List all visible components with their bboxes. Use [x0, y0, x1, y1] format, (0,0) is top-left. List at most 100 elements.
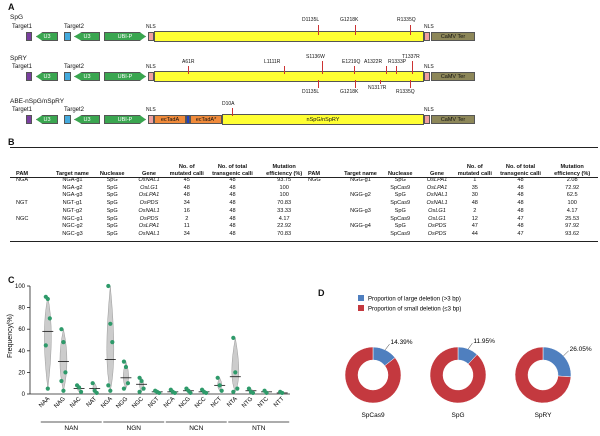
table-cell: OsPDS	[139, 200, 159, 207]
nls-right-label: NLS	[424, 64, 434, 70]
construct-spg: SpG Target1 Target2 U3 U3 UBI-P NLS NLS …	[0, 14, 600, 48]
construct-name: SpRY	[10, 55, 27, 62]
target1-label: Target1	[12, 107, 33, 113]
table-row: NGC-g2 SpG OsLPA1 11 48 22.92	[14, 223, 310, 231]
mutation-tick	[355, 80, 356, 88]
d10a-label: D10A	[222, 101, 235, 107]
table-cell	[306, 223, 340, 231]
mutation-tick	[410, 25, 411, 35]
table-cell	[340, 216, 382, 224]
table-cell: 48	[229, 230, 236, 237]
construct-name: SpG	[10, 14, 24, 21]
x-tick-label: NGA	[100, 396, 113, 409]
mutation-label: A1322R	[364, 59, 383, 65]
table-row: NGC-g3 SpG OsNAL1 34 48 70.83	[14, 231, 310, 239]
table-row: NGT-g2 SpG OsNAL1 16 48 33.33	[14, 208, 310, 216]
col-mutated: No. of mutated calli	[457, 164, 492, 177]
nls-right-label: NLS	[424, 24, 434, 30]
donut-pct-label: 14.39%	[391, 339, 413, 346]
group-label: NTN	[252, 425, 266, 432]
table-cell: 25.53	[565, 215, 580, 222]
ubi-promoter: UBI-P	[104, 115, 146, 124]
x-tick-label: NTC	[257, 396, 270, 409]
nls-right	[424, 115, 430, 124]
data-point	[121, 386, 127, 391]
mutation-label: L1111R	[264, 59, 281, 65]
table-cell: 97.92	[565, 223, 580, 230]
table-cell: NGT-g1	[62, 200, 83, 207]
mutation-label: R1335Q	[397, 17, 416, 23]
nspg-body: nSpG/nSpRY	[222, 114, 424, 125]
table-cell	[306, 185, 340, 193]
table-cell: 48	[183, 184, 190, 191]
table-cell: NGG-g3	[350, 207, 371, 214]
table-cell: NGG-g1	[350, 177, 371, 183]
y-axis-label: Frequency(%)	[7, 314, 14, 358]
mutation-label: T1337R	[402, 54, 420, 60]
table-cell: SpG	[106, 177, 118, 183]
construct-spry: SpRY Target1 Target2 U3 U3 UBI-P NLS NLS…	[0, 52, 600, 98]
table-cell: SpG	[106, 230, 118, 237]
table-cell	[14, 185, 52, 193]
donut-pct-label: 11.95%	[473, 338, 495, 345]
table-cell: 47	[471, 223, 478, 230]
data-point	[61, 340, 66, 345]
table-cell: 16	[183, 207, 190, 214]
table-cell: 33.33	[277, 207, 292, 214]
table-cell: NGC	[16, 215, 29, 222]
table-row: NGA-g2 SpG OsLG1 48 48 100	[14, 185, 310, 193]
mutation-tick	[396, 66, 397, 74]
mutation-label: A61R	[182, 59, 195, 65]
donut-name-label: SpG	[451, 412, 464, 419]
mutation-table-right: PAM Target name Nuclease Gene No. of mut…	[306, 148, 598, 239]
target2-label: Target2	[64, 64, 85, 70]
data-point	[203, 390, 209, 396]
table-cell: NGG-g2	[350, 192, 371, 199]
mutation-tick	[355, 25, 356, 35]
table-cell: 72.92	[565, 184, 580, 191]
table-cell	[14, 223, 52, 231]
data-point	[45, 386, 50, 391]
mutation-label: G1218K	[340, 17, 359, 23]
table-cell	[306, 200, 340, 208]
table-row: SpCas9 OsNAL1 48 48 100	[306, 200, 598, 208]
table-row: NGC NGC-g1 SpG OsPDS 2 48 4.17	[14, 216, 310, 224]
table-cell: 100	[567, 200, 577, 207]
x-tick-label: NGT	[147, 396, 160, 409]
table-cell: 93.75	[277, 177, 292, 183]
d10a-tick	[232, 108, 233, 116]
table-cell	[306, 192, 340, 200]
data-point	[231, 335, 236, 340]
y-tick-label: 0	[22, 392, 26, 398]
table-cell: NGC-g2	[62, 223, 83, 230]
col-pam: PAM	[308, 170, 321, 177]
table-row: SpCas9 OsLPA1 35 48 72.92	[306, 185, 598, 193]
table-cell	[340, 185, 382, 193]
table-cell: SpG	[106, 207, 118, 214]
table-cell: 35	[471, 184, 478, 191]
data-point	[188, 390, 193, 396]
donut-label-leader	[563, 350, 569, 357]
table-cell: NGG-g4	[350, 223, 371, 230]
u3-promoter-2: U3	[74, 32, 100, 41]
table-cell: 2.08	[566, 177, 578, 183]
data-point	[110, 340, 115, 345]
data-point	[78, 389, 84, 394]
table-cell: OsLG1	[428, 215, 446, 222]
data-point	[141, 386, 146, 391]
x-tick-label: NGC	[131, 396, 145, 410]
y-tick-label: 20	[18, 370, 25, 376]
camv-terminator: CaMV Ter	[431, 72, 475, 81]
table-cell	[14, 192, 52, 200]
mutation-tick	[318, 80, 319, 88]
y-tick-label: 80	[18, 306, 25, 312]
x-tick-label: NTA	[226, 396, 238, 408]
mutation-table-left: PAM Target name Nuclease Gene No. of mut…	[14, 148, 310, 239]
col-pam: PAM	[16, 170, 29, 177]
table-row: NGA NGA-g1 SpG OsNAL1 45 48 93.75	[14, 177, 310, 185]
data-point	[139, 378, 144, 384]
table-row: NGG-g2 SpG OsNAL1 30 48 62.5	[306, 192, 598, 200]
mutation-label: R1335Q	[396, 89, 415, 95]
table-cell: NGC-g1	[62, 215, 83, 222]
data-point	[125, 381, 131, 386]
